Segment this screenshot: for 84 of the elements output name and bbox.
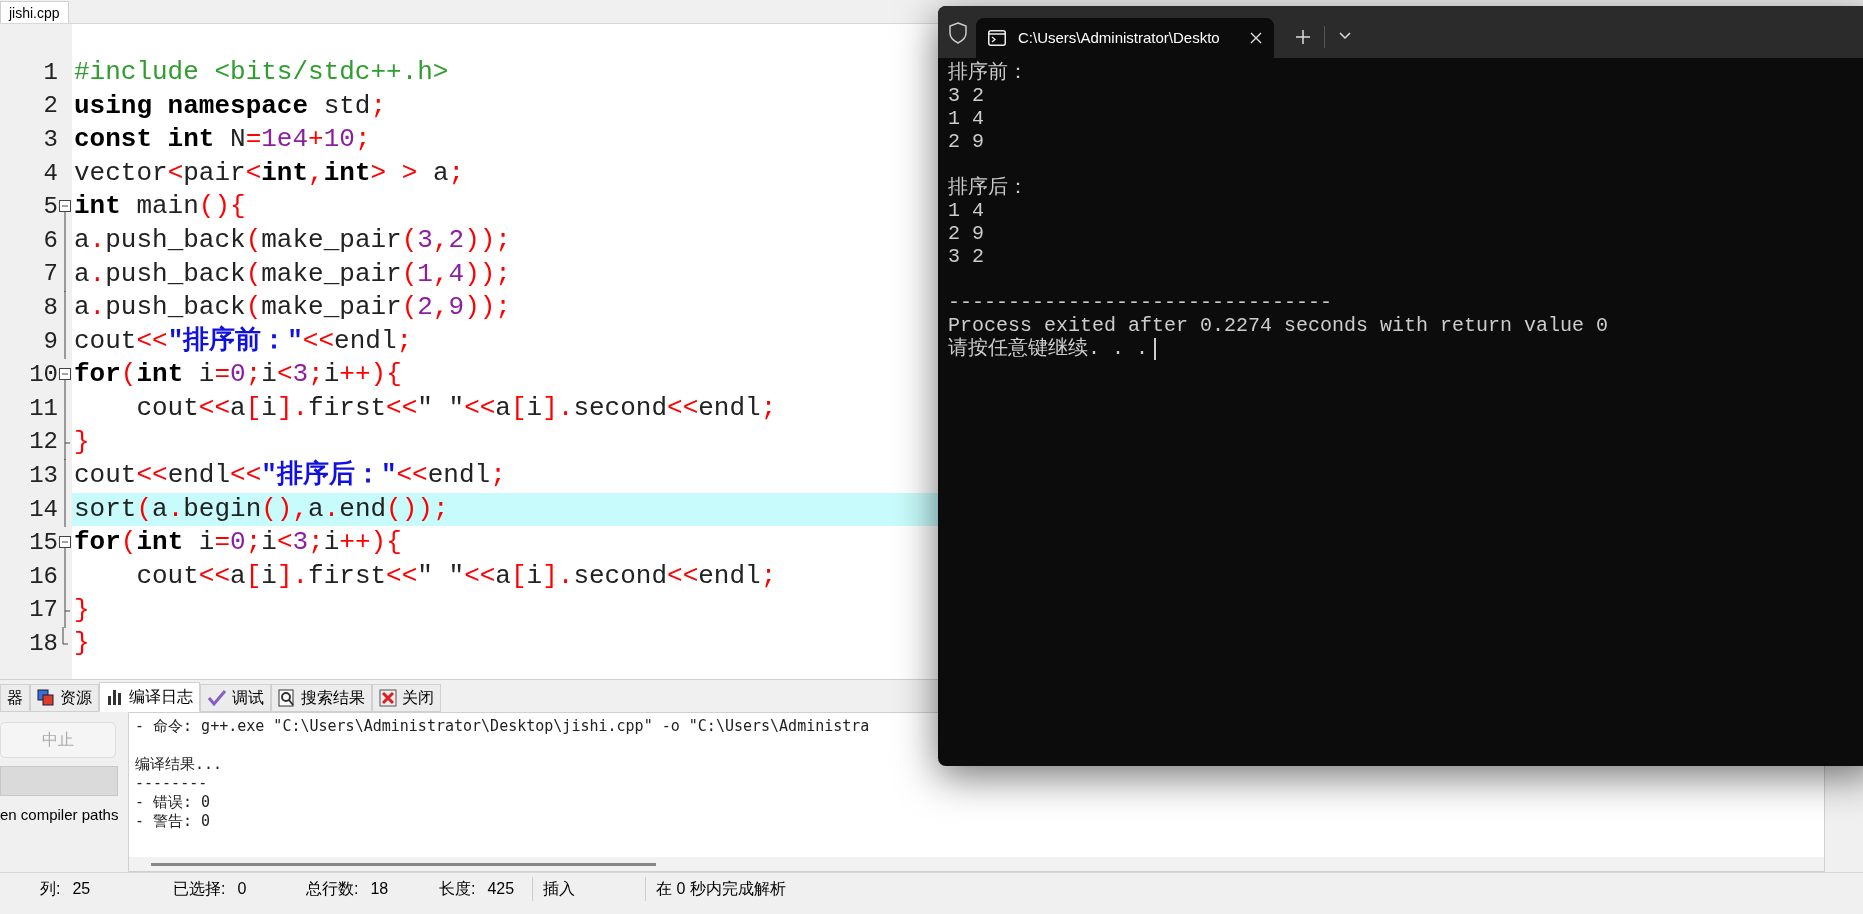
status-text: 插入 (532, 876, 585, 901)
code-line: cout<<a[i].first<<" "<<a[i].second<<endl; (135, 559, 778, 593)
line-number: 9 (43, 326, 58, 357)
close-icon[interactable] (1250, 32, 1262, 44)
code-line: const int N=1e4+10; (73, 123, 372, 157)
line-number: 18 (29, 628, 58, 659)
line-number: 6 (43, 225, 58, 256)
terminal-line: 排序前： (948, 61, 1028, 84)
line-number: 13 (29, 460, 58, 491)
log-line: -------- (135, 774, 209, 793)
line-number: 14 (29, 494, 58, 525)
line-number: 7 (43, 259, 58, 290)
panel-tab[interactable]: 资源 (30, 684, 99, 712)
close-icon (379, 689, 397, 707)
code-line: for(int i=0;i<3;i++){ (73, 358, 403, 392)
fold-end-icon (61, 627, 69, 646)
windows-icon (37, 689, 55, 707)
console-icon (988, 30, 1006, 46)
line-number: 3 (43, 125, 58, 155)
status-text: 在 0 秒内完成解析 (645, 876, 796, 901)
line-number: 1 (43, 57, 58, 88)
code-line: int main(){ (73, 190, 247, 224)
check-icon (207, 689, 227, 707)
log-line: - 警告: 0 (135, 812, 212, 831)
code-line: cout<<a[i].first<<" "<<a[i].second<<endl; (135, 391, 778, 425)
search-icon (278, 689, 296, 707)
line-number: 10 (29, 360, 58, 391)
status-label: 列: (40, 878, 61, 899)
log-line: - 命令: g++.exe "C:\Users\Administrator\Desktop\jishi.cpp" -o "C:\Users\Administra (135, 717, 871, 736)
horizontal-scrollbar[interactable] (151, 862, 656, 866)
log-line: - 错误: 0 (135, 793, 212, 812)
text-cursor (1154, 337, 1156, 360)
panel-tab[interactable]: 调试 (200, 684, 271, 712)
terminal-line: 1 4 (948, 199, 984, 222)
plus-icon[interactable] (1296, 30, 1310, 44)
terminal-line: 1 4 (948, 107, 984, 130)
code-line: } (73, 593, 91, 627)
terminal-line: 2 9 (948, 130, 984, 153)
log-line: 编译结果... (135, 755, 224, 774)
code-line: vector<pair<int,int> > a; (73, 156, 466, 190)
code-line: cout<<endl<<"排序后："<<endl; (73, 459, 507, 493)
status-label: 已选择: (173, 878, 226, 899)
status-value: 425 (487, 878, 515, 899)
terminal-line: -------------------------------- (948, 291, 1333, 314)
line-number: 12 (29, 427, 58, 458)
code-line: for(int i=0;i<3;i++){ (73, 526, 403, 560)
code-line: #include <bits/stdc++.h> (73, 56, 450, 89)
line-number: 15 (29, 528, 58, 559)
chevron-down-icon[interactable] (1339, 32, 1351, 40)
line-number: 5 (43, 192, 58, 223)
panel-tab[interactable]: 器 (0, 684, 30, 712)
terminal-line: 3 2 (948, 84, 984, 107)
terminal-line: 2 9 (948, 222, 984, 245)
line-number: 2 (43, 91, 58, 122)
file-tab[interactable]: jishi.cpp (0, 1, 69, 23)
terminal-tab[interactable]: C:\Users\Administrator\Deskto (976, 18, 1274, 58)
line-number: 8 (43, 292, 58, 323)
status-label: 总行数: (306, 878, 359, 899)
line-number: 17 (29, 595, 58, 626)
panel-tab[interactable]: 搜索结果 (271, 684, 372, 712)
compiler-paths-label: en compiler paths (0, 805, 120, 825)
shield-icon[interactable] (948, 22, 968, 44)
panel-tab[interactable]: 编译日志 (99, 682, 200, 712)
status-label: 长度: (439, 878, 476, 899)
status-value: 25 (72, 878, 91, 899)
terminal-tab-title: C:\Users\Administrator\Deskto (1018, 27, 1221, 48)
code-line: } (73, 627, 91, 661)
line-number: 11 (29, 393, 58, 424)
code-line: } (73, 425, 91, 459)
line-number: 16 (29, 561, 58, 592)
code-line: a.push_back(make_pair(1,4)); (73, 257, 512, 291)
terminal-line: 请按任意键继续. . . (948, 337, 1148, 360)
code-line: using namespace std; (73, 89, 388, 123)
status-value: 0 (237, 878, 247, 899)
terminal-line: Process exited after 0.2274 seconds with return value 0 (948, 314, 1609, 337)
status-value: 18 (370, 878, 389, 899)
terminal-line: 排序后： (948, 176, 1028, 199)
line-number: 4 (43, 158, 58, 189)
code-line: a.push_back(make_pair(2,9)); (73, 291, 512, 325)
code-line: a.push_back(make_pair(3,2)); (73, 223, 512, 257)
terminal-line: 3 2 (948, 245, 984, 268)
panel-tab[interactable]: 关闭 (372, 684, 441, 712)
bar-chart-icon (106, 688, 124, 706)
code-line: cout<<"排序前："<<endl; (73, 324, 414, 358)
